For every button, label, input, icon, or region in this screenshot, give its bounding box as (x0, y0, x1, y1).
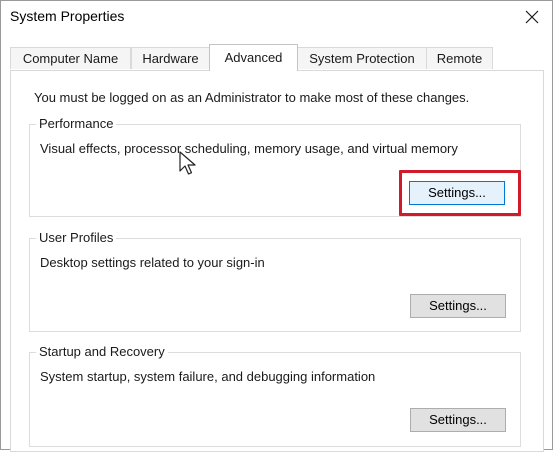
user-profiles-description: Desktop settings related to your sign-in (40, 255, 265, 270)
startup-recovery-group-label: Startup and Recovery (36, 344, 168, 359)
startup-recovery-description: System startup, system failure, and debu… (40, 369, 376, 384)
tab-advanced[interactable]: Advanced (209, 44, 298, 71)
close-button[interactable] (518, 4, 546, 30)
tab-strip: Computer Name Hardware Advanced System P… (10, 44, 550, 71)
tab-hardware[interactable]: Hardware (131, 47, 210, 69)
startup-recovery-group: Startup and Recovery System startup, sys… (29, 344, 521, 447)
mouse-pointer-icon (179, 151, 196, 175)
user-profiles-settings-button[interactable]: Settings... (410, 294, 506, 318)
tab-remote[interactable]: Remote (426, 47, 493, 69)
system-properties-window: System Properties Computer Name Hardware… (0, 0, 553, 452)
tab-computer-name[interactable]: Computer Name (10, 47, 131, 69)
user-profiles-group-label: User Profiles (36, 230, 117, 245)
title-bar: System Properties (1, 1, 552, 35)
highlight-box (399, 170, 521, 216)
administrator-note: You must be logged on as an Administrato… (34, 90, 470, 105)
window-title: System Properties (10, 8, 125, 24)
performance-group-label: Performance (36, 116, 117, 131)
performance-description: Visual effects, processor scheduling, me… (40, 141, 458, 156)
startup-recovery-settings-button[interactable]: Settings... (410, 408, 506, 432)
close-icon (525, 10, 539, 24)
tab-system-protection[interactable]: System Protection (297, 47, 427, 69)
